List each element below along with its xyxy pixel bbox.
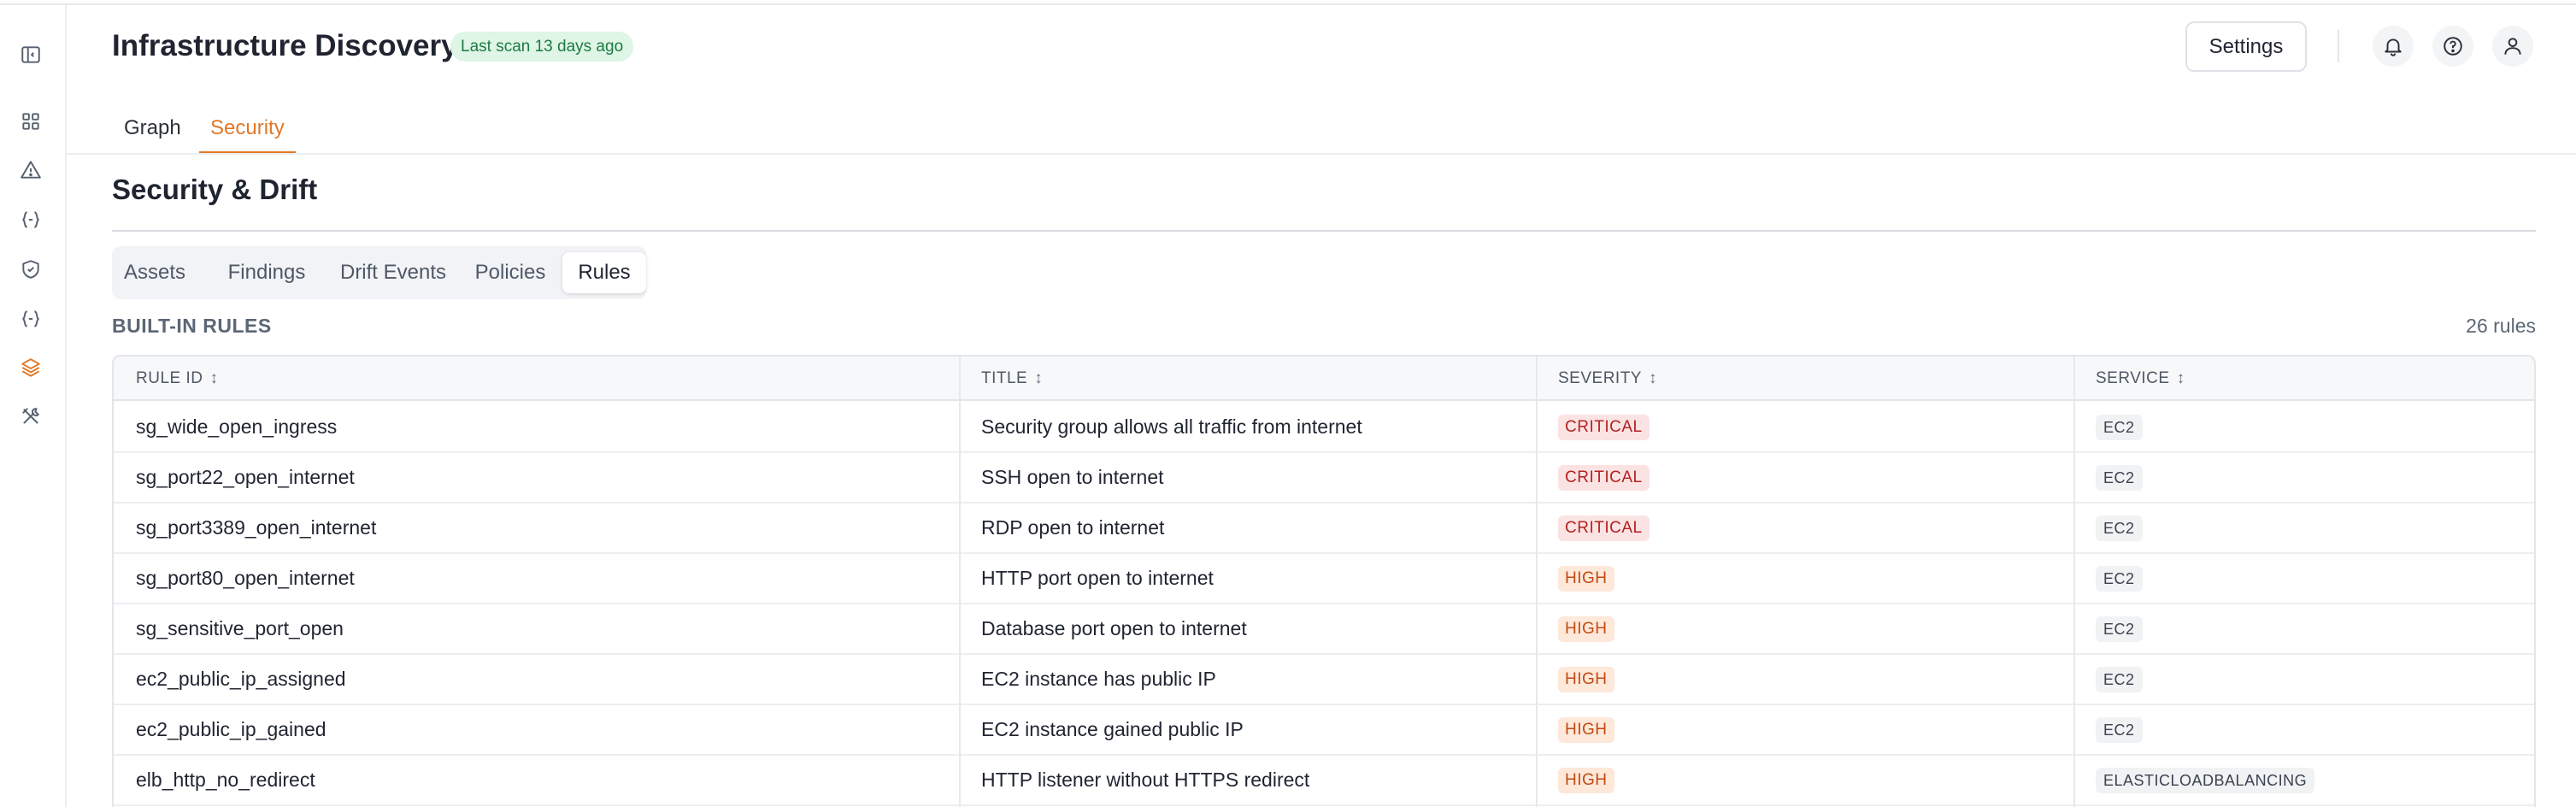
severity-badge: CRITICAL [1558,515,1650,541]
table-header: RULE ID ↕ TITLE ↕ SEVERITY ↕ SERVICE ↕ [114,356,2534,401]
severity-badge: HIGH [1558,566,1614,592]
rule-title-cell: SSH open to internet [981,466,1164,488]
service-badge: EC2 [2096,465,2143,491]
rules-count: 26 rules [2466,315,2536,337]
column-divider [1536,356,1538,807]
column-header-label: RULE ID [136,369,203,387]
panel-toggle-icon[interactable] [18,42,44,68]
section-title: Security & Drift [112,174,318,205]
column-header-rule-id[interactable]: RULE ID ↕ [136,356,218,401]
severity-badge: HIGH [1558,667,1614,692]
service-badge: ELASTICLOADBALANCING [2096,768,2315,793]
rule-id-cell: sg_wide_open_ingress [136,415,338,438]
sort-icon: ↕ [2176,369,2185,387]
rules-heading: BUILT-IN RULES [112,315,272,337]
service-badge: EC2 [2096,566,2143,592]
settings-button[interactable]: Settings [2185,21,2307,72]
subtab-rules[interactable]: Rules [562,252,646,293]
rule-title-cell: EC2 instance has public IP [981,668,1216,690]
severity-badge: HIGH [1558,616,1614,642]
user-icon[interactable] [2492,26,2533,67]
severity-badge: HIGH [1558,768,1614,793]
rule-id-cell: sg_port3389_open_internet [136,516,377,539]
rules-table: RULE ID ↕ TITLE ↕ SEVERITY ↕ SERVICE ↕ sg_wi… [112,355,2536,807]
rule-id-cell: ec2_public_ip_assigned [136,668,346,690]
dashboard-grid-icon[interactable] [18,109,44,134]
column-header-label: TITLE [981,369,1028,387]
subtab-assets[interactable]: Assets [122,252,187,293]
code-braces-icon[interactable] [18,306,44,332]
sort-icon: ↕ [209,369,219,387]
column-divider [959,356,961,807]
subtab-findings[interactable]: Findings [226,252,307,293]
table-row[interactable]: sg_sensitive_port_open Database port open… [114,604,2534,655]
tools-icon[interactable] [18,404,44,429]
service-badge: EC2 [2096,415,2143,440]
severity-badge: HIGH [1558,717,1614,743]
column-header-label: SEVERITY [1558,369,1642,387]
subtab-policies[interactable]: Policies [473,252,547,293]
rule-title-cell: Database port open to internet [981,617,1247,639]
help-icon[interactable] [2432,26,2473,67]
alert-triangle-icon[interactable] [18,157,44,183]
rule-id-cell: ec2_public_ip_gained [136,718,326,740]
table-row[interactable]: sg_wide_open_ingress Security group allow… [114,403,2534,453]
column-header-label: SERVICE [2096,369,2170,387]
section-divider [112,230,2536,232]
column-header-title[interactable]: TITLE ↕ [981,356,1043,401]
subtab-drift-events[interactable]: Drift Events [337,252,450,293]
service-badge: EC2 [2096,667,2143,692]
rule-id-cell: elb_http_no_redirect [136,769,315,791]
rule-id-cell: sg_port80_open_internet [136,567,355,589]
service-badge: EC2 [2096,616,2143,642]
shield-check-icon[interactable] [18,256,44,282]
bell-icon[interactable] [2373,26,2414,67]
rule-title-cell: HTTP port open to internet [981,567,1214,589]
table-row[interactable]: sg_port3389_open_internet RDP open to int… [114,504,2534,554]
layers-icon[interactable] [18,355,44,380]
severity-badge: CRITICAL [1558,415,1650,440]
sort-icon: ↕ [1648,369,1657,387]
rule-title-cell: EC2 instance gained public IP [981,718,1244,740]
table-row[interactable]: elb_http_no_redirect HTTP listener withou… [114,756,2534,806]
table-row[interactable]: ec2_public_ip_assigned EC2 instance has p… [114,655,2534,705]
service-badge: EC2 [2096,515,2143,541]
rule-id-cell: sg_port22_open_internet [136,466,355,488]
table-row[interactable]: sg_port22_open_internet SSH open to inter… [114,453,2534,504]
severity-badge: CRITICAL [1558,465,1650,491]
column-header-severity[interactable]: SEVERITY ↕ [1558,356,1657,401]
header-divider [2338,30,2339,62]
sidebar [0,5,67,807]
top-border [0,0,2576,5]
tab-security[interactable]: Security [199,103,296,154]
last-scan-badge: Last scan 13 days ago [450,32,634,62]
table-row[interactable]: ec2_public_ip_gained EC2 instance gained … [114,705,2534,756]
tab-graph[interactable]: Graph [124,103,181,154]
table-row[interactable]: sg_port80_open_internet HTTP port open to… [114,554,2534,604]
column-header-service[interactable]: SERVICE ↕ [2096,356,2185,401]
tabs-divider [67,153,2576,155]
service-badge: EC2 [2096,717,2143,743]
code-braces-icon[interactable] [18,207,44,233]
rule-title-cell: RDP open to internet [981,516,1165,539]
rule-title-cell: HTTP listener without HTTPS redirect [981,769,1310,791]
rule-title-cell: Security group allows all traffic from i… [981,415,1362,438]
page-title: Infrastructure Discovery [112,29,458,62]
column-divider [2073,356,2075,807]
rule-id-cell: sg_sensitive_port_open [136,617,344,639]
sort-icon: ↕ [1034,369,1044,387]
subtabs: Assets Findings Drift Events Policies Ru… [112,246,646,299]
